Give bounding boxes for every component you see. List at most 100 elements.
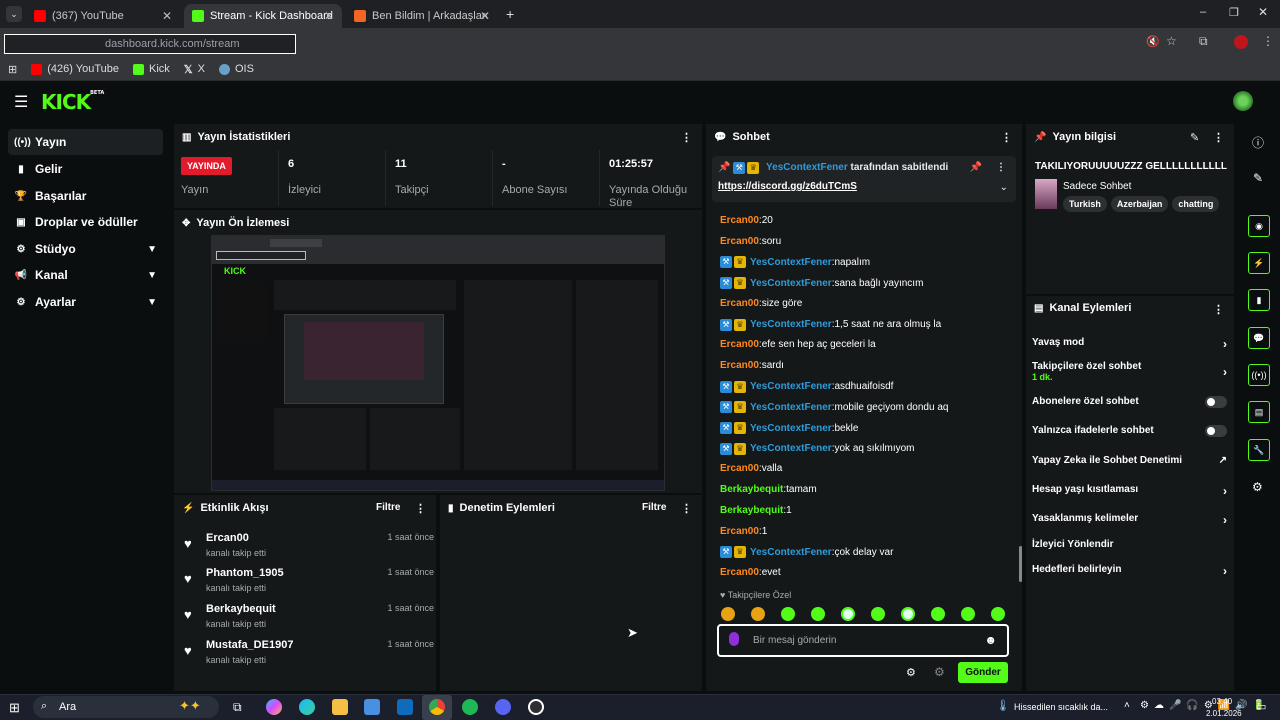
chat-username[interactable]: Ercan00 [720,526,759,537]
banned-words-item[interactable]: Yasaklanmış kelimeler › [1032,513,1227,527]
microphone-icon[interactable] [729,632,739,646]
account-age-item[interactable]: Hesap yaşı kısıtlaması › [1032,484,1227,498]
url-input[interactable]: dashboard.kick.com/stream [4,34,296,54]
ai-moderation-item[interactable]: Yapay Zeka ile Sohbet Denetimi ↗ [1032,455,1227,466]
emote-sh[interactable] [751,607,765,621]
rail-broadcast-button[interactable]: ((•)) [1248,364,1270,386]
rail-extension-icon[interactable]: ⚙ [1252,480,1263,494]
emote-green-4[interactable] [871,607,885,621]
browser-tab-youtube[interactable]: (367) YouTube ✕ [26,4,180,28]
more-options-icon[interactable]: ⋮ [996,162,1006,173]
extensions-icon[interactable]: ⧉ [1199,34,1208,49]
chat-username[interactable]: YesContextFener [750,319,832,330]
edit-icon[interactable]: ✎ [1190,131,1199,144]
rail-lightning-button[interactable]: ⚡ [1248,252,1270,274]
category-name[interactable]: Sadece Sohbet [1063,181,1131,192]
emote-green-2[interactable] [811,607,825,621]
taskbar-search[interactable]: ⌕ Ara ✦✦ [33,696,219,718]
more-options-icon[interactable]: ⋮ [681,502,692,515]
rail-layers-button[interactable]: ▤ [1248,401,1270,423]
filter-button[interactable]: Filtre [642,502,666,513]
pinned-link[interactable]: https://discord.gg/z6duTCmS [718,181,857,192]
chat-username[interactable]: Ercan00 [720,463,759,474]
spotify-icon[interactable] [462,699,478,715]
chat-input[interactable]: Bir mesaj gönderin ☻ [717,624,1009,657]
store-icon[interactable] [364,699,380,715]
bookmark-star-icon[interactable]: ☆ [1166,34,1177,48]
more-options-icon[interactable]: ⋮ [1001,131,1012,144]
emote-green-3[interactable] [841,607,855,621]
chrome-icon[interactable] [429,699,445,715]
edit-layout-icon[interactable]: ✎ [1253,171,1263,185]
weather-text[interactable]: Hissedilen sıcaklık da... [1014,702,1108,712]
bookmark-x[interactable]: 𝕏X [184,63,205,76]
sidebar-item-kanal[interactable]: 📢 Kanal ▼ [8,262,163,288]
tab-list-button[interactable]: ⌄ [6,6,22,22]
windows-start-icon[interactable]: ⊞ [9,700,20,716]
mute-site-icon[interactable]: 🔇 [1146,35,1160,48]
clock-time[interactable]: 03:40 [1212,697,1232,706]
close-tab-icon[interactable]: ✕ [480,9,490,23]
rail-wrench-button[interactable]: 🔧 [1248,439,1270,461]
weather-icon[interactable]: 🌡 [996,699,1010,712]
clock-date[interactable]: 2.01.2026 [1206,709,1242,718]
hamburger-menu-icon[interactable]: ☰ [14,92,28,112]
browser-tab-kick[interactable]: Stream - Kick Dashboard ✕ [184,4,342,28]
task-view-icon[interactable]: ⧉ [233,700,242,715]
kick-logo[interactable]: KICKBETA [41,90,104,114]
subscribers-only-toggle[interactable] [1205,396,1227,408]
browser-tab-benbildim[interactable]: Ben Bildim | Arkadaşlarınla Onl ✕ [346,4,498,28]
follower-name[interactable]: Ercan00 [206,532,249,544]
tray-chevron-icon[interactable]: ˄ [1124,700,1130,711]
minimize-icon[interactable]: – [1200,6,1206,18]
chat-username[interactable]: Ercan00 [720,567,759,578]
stream-preview-video[interactable]: KICK [211,235,665,491]
raid-item[interactable]: İzleyici Yönlendir [1032,539,1227,550]
browser-menu-icon[interactable]: ⋮ [1262,34,1274,48]
chat-username[interactable]: YesContextFener [750,402,832,413]
profile-avatar[interactable] [1234,35,1248,49]
follower-name[interactable]: Phantom_1905 [206,567,284,579]
send-button[interactable]: Gönder [958,662,1008,683]
slow-mode-item[interactable]: Yavaş mod › [1032,337,1227,351]
sidebar-item-gelir[interactable]: ▮ Gelir [8,156,163,182]
info-icon[interactable]: ⓘ [1252,134,1264,151]
bookmark-ois[interactable]: OIS [218,63,254,75]
more-options-icon[interactable]: ⋮ [681,131,692,144]
chat-scrollbar[interactable] [1019,546,1022,582]
pinned-by-user[interactable]: YesContextFener [766,162,848,173]
chat-settings-icon[interactable]: ⚙ [906,666,916,679]
rail-clipboard-button[interactable]: ▮ [1248,289,1270,311]
rail-chat-button[interactable]: 💬 [1248,327,1270,349]
obs-icon[interactable] [528,699,544,715]
more-options-icon[interactable]: ⋮ [415,502,426,515]
sidebar-item-yayin[interactable]: ((•)) Yayın [8,129,163,155]
sidebar-item-droplar[interactable]: ▣ Droplar ve ödüller [8,209,163,235]
chat-username[interactable]: YesContextFener [750,381,832,392]
emote-green-6[interactable] [931,607,945,621]
filter-button[interactable]: Filtre [376,502,400,513]
close-tab-icon[interactable]: ✕ [324,9,334,23]
follower-name[interactable]: Berkaybequit [206,603,276,615]
more-options-icon[interactable]: ⋮ [1213,303,1224,316]
chat-username[interactable]: YesContextFener [750,257,832,268]
mail-icon[interactable] [397,699,413,715]
more-options-icon[interactable]: ⋮ [1213,131,1224,144]
notification-icon[interactable]: ▭ [1256,700,1266,713]
chat-username[interactable]: Ercan00 [720,360,759,371]
bookmark-kick[interactable]: Kick [132,63,170,75]
chat-username[interactable]: Berkaybequit [720,505,783,516]
followers-only-chat-item[interactable]: Takipçilere özel sohbet 1 dk. › [1032,361,1227,382]
rail-camera-button[interactable]: ◉ [1248,215,1270,237]
set-goals-item[interactable]: Hedefleri belirleyin › [1032,564,1227,578]
chat-username[interactable]: Ercan00 [720,339,759,350]
mod-tools-icon[interactable]: ⚙ [934,665,945,679]
copilot-icon[interactable] [266,699,282,715]
emotes-only-toggle[interactable] [1205,425,1227,437]
chat-username[interactable]: Ercan00 [720,298,759,309]
emote-green-7[interactable] [961,607,975,621]
close-tab-icon[interactable]: ✕ [162,9,172,23]
expand-chevron-icon[interactable]: ⌄ [1000,182,1008,193]
emoji-icon[interactable]: ☻ [984,633,997,647]
user-avatar[interactable] [1233,91,1253,111]
